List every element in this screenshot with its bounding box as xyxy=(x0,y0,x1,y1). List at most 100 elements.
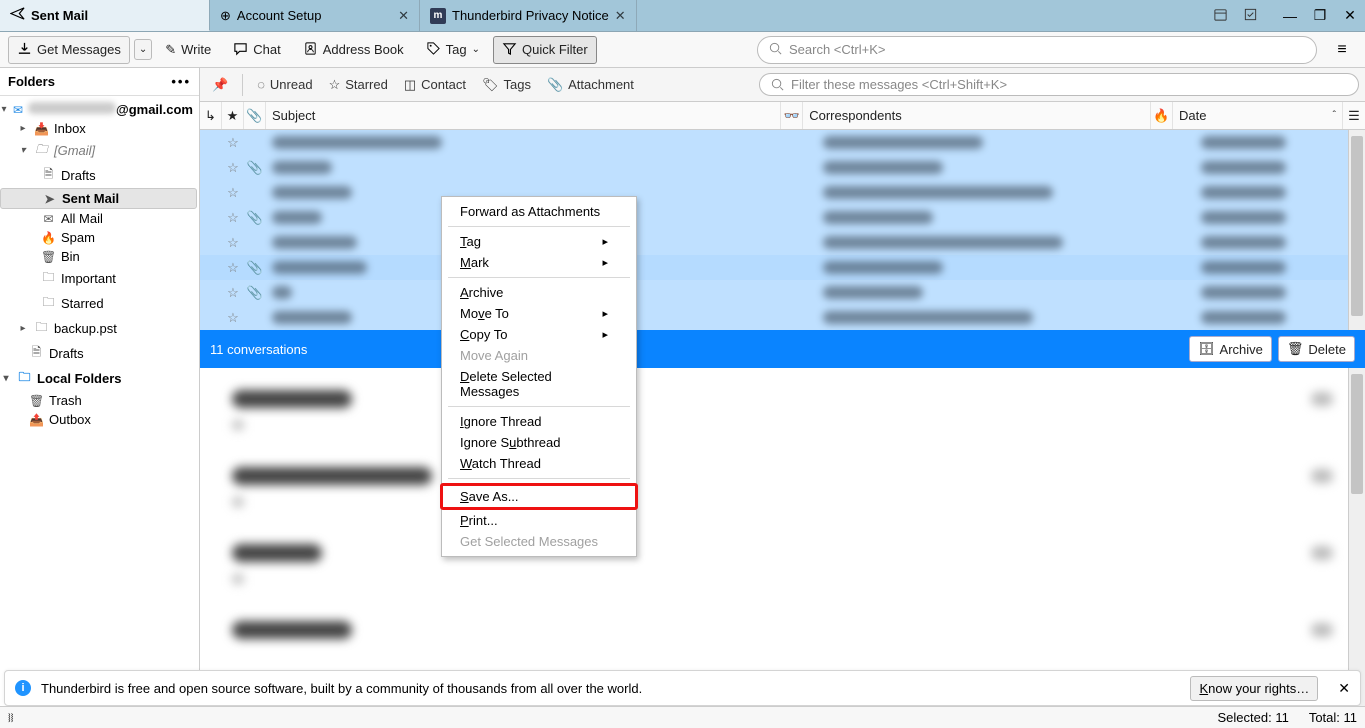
drafts-icon: 🗎 xyxy=(41,165,56,186)
filter-starred[interactable]: ☆Starred xyxy=(323,73,394,97)
message-row[interactable]: ☆ xyxy=(200,130,1365,155)
folders-header: Folders xyxy=(8,74,55,89)
delete-button[interactable]: 🗑Delete xyxy=(1278,336,1355,362)
mail-account-icon: ✉ xyxy=(13,103,23,117)
ctx-ignore-subthread[interactable]: Ignore Subthread xyxy=(442,432,636,453)
close-button[interactable]: ✕ xyxy=(1335,7,1365,24)
ctx-copy-to[interactable]: Copy To▸ xyxy=(442,324,636,345)
folder-gmail[interactable]: ▾🗀[Gmail] xyxy=(0,138,197,163)
ctx-ignore-thread[interactable]: Ignore Thread xyxy=(442,411,636,432)
archive-icon: 🗄 xyxy=(1198,341,1215,357)
message-row[interactable]: ☆📎 xyxy=(200,205,1365,230)
message-row[interactable]: ☆📎 xyxy=(200,255,1365,280)
col-thread[interactable]: ↳ xyxy=(200,102,222,129)
minimize-button[interactable]: — xyxy=(1275,8,1305,24)
search-icon xyxy=(770,77,785,92)
folder-trash[interactable]: 🗑Trash xyxy=(0,391,197,410)
folder-drafts-root[interactable]: 🗎Drafts xyxy=(0,341,197,366)
close-icon[interactable]: ✕ xyxy=(398,8,409,24)
tab-label: Account Setup xyxy=(237,8,322,23)
folder-all-mail[interactable]: ✉All Mail xyxy=(0,209,197,228)
col-correspondents[interactable]: Correspondents xyxy=(803,102,1151,129)
col-star[interactable]: ★ xyxy=(222,102,244,129)
filter-attachment[interactable]: 📎Attachment xyxy=(541,73,640,97)
flame-icon: 🔥 xyxy=(41,231,56,245)
ctx-delete-selected[interactable]: Delete Selected Messages xyxy=(442,366,636,402)
tab-privacy-notice[interactable]: m Thunderbird Privacy Notice ✕ xyxy=(420,0,637,31)
col-indicator[interactable]: 🔥 xyxy=(1151,102,1173,129)
folder-inbox[interactable]: ▸📥Inbox xyxy=(0,119,197,138)
inbox-icon: 📥 xyxy=(34,122,49,136)
message-row[interactable]: ☆ xyxy=(200,305,1365,330)
folder-important[interactable]: 🗀Important xyxy=(0,266,197,291)
filter-unread[interactable]: ◌Unread xyxy=(251,73,318,96)
preview-scrollbar[interactable] xyxy=(1348,368,1365,706)
folder-pane-menu[interactable]: ••• xyxy=(171,74,191,89)
write-button[interactable]: ✎ Write xyxy=(156,37,220,63)
close-icon[interactable]: ✕ xyxy=(615,8,626,24)
col-read[interactable]: 👓 xyxy=(781,102,803,129)
folder-bin[interactable]: 🗑Bin xyxy=(0,247,197,266)
ctx-archive[interactable]: Archive xyxy=(442,282,636,303)
global-search-input[interactable]: Search <Ctrl+K> xyxy=(757,36,1317,64)
folder-spam[interactable]: 🔥Spam xyxy=(0,228,197,247)
app-menu-button[interactable]: ≡ xyxy=(1327,41,1357,59)
message-row[interactable]: ☆📎 xyxy=(200,280,1365,305)
get-messages-dropdown[interactable]: ⌄ xyxy=(134,39,152,60)
chevron-down-icon: ⌄ xyxy=(472,44,480,55)
archive-button[interactable]: 🗄Archive xyxy=(1189,336,1272,362)
search-placeholder: Search <Ctrl+K> xyxy=(789,42,885,57)
filter-keep-toggle[interactable]: 📌 xyxy=(206,73,234,97)
filter-contact[interactable]: ◫Contact xyxy=(398,73,472,97)
folder-label: backup.pst xyxy=(54,321,117,336)
ctx-print[interactable]: Print... xyxy=(442,510,636,531)
know-your-rights-button[interactable]: Know your rights… xyxy=(1190,676,1318,701)
tab-account-setup[interactable]: ⊕ Account Setup ✕ xyxy=(210,0,420,31)
maximize-button[interactable]: ❐ xyxy=(1305,7,1335,24)
ctx-move-to[interactable]: Move To▸ xyxy=(442,303,636,324)
folder-label: Drafts xyxy=(49,346,84,361)
message-row[interactable]: ☆📎 xyxy=(200,155,1365,180)
message-row[interactable]: ☆ xyxy=(200,230,1365,255)
preview-item[interactable] xyxy=(200,599,1365,651)
calendar-icon[interactable] xyxy=(1205,7,1235,25)
filter-tags[interactable]: 🏷Tags xyxy=(476,73,537,97)
col-attachment[interactable]: 📎 xyxy=(244,102,266,129)
folder-outbox[interactable]: 📤Outbox xyxy=(0,410,197,429)
tag-button[interactable]: Tag ⌄ xyxy=(417,36,489,64)
ctx-forward-attachments[interactable]: Forward as Attachments xyxy=(442,201,636,222)
preview-item[interactable] xyxy=(200,522,1365,599)
chat-button[interactable]: Chat xyxy=(224,36,289,64)
preview-item[interactable] xyxy=(200,368,1365,445)
quick-filter-button[interactable]: Quick Filter xyxy=(493,36,597,64)
folder-local[interactable]: ▾🗀Local Folders xyxy=(0,366,197,391)
ctx-watch-thread[interactable]: Watch Thread xyxy=(442,453,636,474)
col-date[interactable]: Dateˆ xyxy=(1173,102,1343,129)
threadpane-scrollbar[interactable] xyxy=(1348,130,1365,330)
send-icon: ➤ xyxy=(42,192,57,206)
address-book-button[interactable]: Address Book xyxy=(294,36,413,64)
tab-sent-mail[interactable]: Sent Mail xyxy=(0,0,210,31)
folder-label: Bin xyxy=(61,249,80,264)
ctx-mark[interactable]: Mark▸ xyxy=(442,252,636,273)
account-node[interactable]: ▾✉ @gmail.com xyxy=(0,100,197,119)
close-icon[interactable]: ✕ xyxy=(1338,680,1350,697)
ctx-tag[interactable]: Tag▸ xyxy=(442,231,636,252)
folder-sent-mail[interactable]: ➤Sent Mail xyxy=(0,188,197,209)
col-subject[interactable]: Subject xyxy=(266,102,781,129)
get-messages-button[interactable]: Get Messages xyxy=(8,36,130,64)
preview-pane xyxy=(200,368,1365,706)
folder-drafts[interactable]: 🗎Drafts xyxy=(0,163,197,188)
folder-backup[interactable]: ▸🗀backup.pst xyxy=(0,316,197,341)
folder-starred[interactable]: 🗀Starred xyxy=(0,291,197,316)
conversation-count: 11 conversations xyxy=(210,342,307,357)
preview-item[interactable] xyxy=(200,445,1365,522)
tasks-icon[interactable] xyxy=(1235,7,1265,25)
thread-pane: ☆ ☆📎 ☆ ☆📎 ☆ ☆📎 ☆📎 ☆ xyxy=(200,130,1365,330)
col-picker[interactable]: ☰ xyxy=(1343,102,1365,129)
online-icon[interactable]: ⧘⧘ xyxy=(8,710,13,726)
chat-icon xyxy=(233,41,248,59)
message-row[interactable]: ☆ xyxy=(200,180,1365,205)
filter-search-input[interactable]: Filter these messages <Ctrl+Shift+K> xyxy=(759,73,1359,96)
ctx-save-as[interactable]: Save As... xyxy=(440,483,638,510)
